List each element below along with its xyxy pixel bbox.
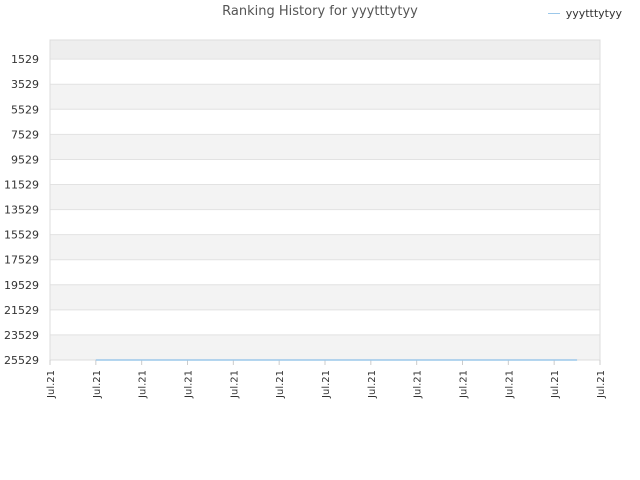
grid-band [50, 109, 600, 135]
x-tick-label: Jul.21 [596, 370, 607, 399]
y-tick-label: 19529 [4, 279, 39, 292]
x-tick-label: Jul.21 [413, 370, 424, 399]
grid-band [50, 334, 600, 360]
grid-band [50, 59, 600, 85]
y-tick-label: 3529 [11, 78, 39, 91]
y-tick-label: 5529 [11, 103, 39, 116]
x-tick-label: Jul.21 [92, 370, 103, 399]
grid-band [50, 134, 600, 160]
y-tick-label: 11529 [4, 179, 39, 192]
y-tick-label: 21529 [4, 304, 39, 317]
grid-band [50, 84, 600, 110]
x-tick-label: Jul.21 [321, 370, 332, 399]
grid-band [50, 209, 600, 235]
ranking-chart: 1529 3529 5529 7529 9529 11529 13529 15529 17529… [4, 39, 607, 399]
x-tick-label: Jul.21 [550, 370, 561, 399]
x-tick-label: Jul.21 [46, 370, 57, 399]
y-tick-label: 1529 [11, 53, 39, 66]
grid-band [50, 284, 600, 310]
grid-band [50, 40, 600, 60]
y-tick-label: 7529 [11, 128, 39, 141]
y-tick-label: 9529 [11, 153, 39, 166]
grid-band [50, 184, 600, 210]
y-tick-label: 25529 [4, 354, 39, 367]
y-tick-label: 13529 [4, 204, 39, 217]
y-tick-label: 17529 [4, 254, 39, 267]
grid-band [50, 309, 600, 335]
x-tick-label: Jul.21 [275, 370, 286, 399]
y-tick-label: 23529 [4, 329, 39, 342]
y-tick-label: 15529 [4, 229, 39, 242]
x-tick-label: Jul.21 [138, 370, 149, 399]
x-tick-label: Jul.21 [504, 370, 515, 399]
x-tick-label: Jul.21 [184, 370, 195, 399]
x-tick-label: Jul.21 [459, 370, 470, 399]
grid-band [50, 259, 600, 285]
grid-band [50, 234, 600, 260]
x-tick-label: Jul.21 [229, 370, 240, 399]
grid-band [50, 159, 600, 185]
x-tick-label: Jul.21 [367, 370, 378, 399]
